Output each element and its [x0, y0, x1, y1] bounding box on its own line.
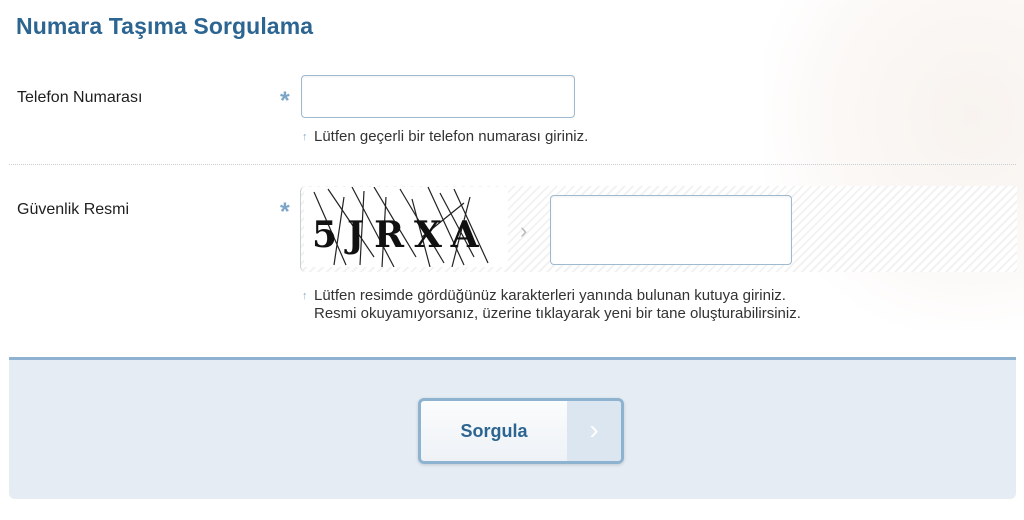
chevron-right-icon: ›	[567, 401, 621, 461]
captcha-image[interactable]: 5JRXA	[304, 186, 508, 268]
chevron-right-icon: ›	[520, 218, 528, 243]
row-divider	[9, 164, 1016, 165]
phone-hint: ↑ Lütfen geçerli bir telefon numarası gir…	[302, 128, 588, 146]
captcha-input[interactable]	[550, 195, 792, 265]
phone-input[interactable]	[301, 75, 575, 118]
captcha-hint-line1: Lütfen resimde gördüğünüz karakterleri y…	[314, 287, 786, 304]
captcha-text: 5JRXA	[312, 214, 489, 256]
captcha-label: Güvenlik Resmi	[17, 201, 130, 218]
phone-required-icon: *	[280, 87, 290, 115]
submit-button-label: Sorgula	[460, 421, 528, 441]
phone-hint-text: Lütfen geçerli bir telefon numarası giri…	[314, 128, 589, 145]
captcha-hint: ↑ Lütfen resimde gördüğünüz karakterleri …	[302, 287, 801, 323]
captcha-hint-line2: Resmi okuyamıyorsanız, üzerine tıklayara…	[314, 305, 801, 322]
hint-arrow-icon: ↑	[302, 131, 308, 143]
phone-label: Telefon Numarası	[17, 89, 143, 106]
captcha-required-icon: *	[280, 198, 290, 226]
submit-button[interactable]: Sorgula ›	[418, 398, 624, 464]
background-glow	[764, 0, 1024, 330]
hint-arrow-icon: ↑	[302, 290, 308, 302]
page-title: Numara Taşıma Sorgulama	[16, 13, 314, 39]
captcha-graphic: 5JRXA	[312, 186, 489, 268]
